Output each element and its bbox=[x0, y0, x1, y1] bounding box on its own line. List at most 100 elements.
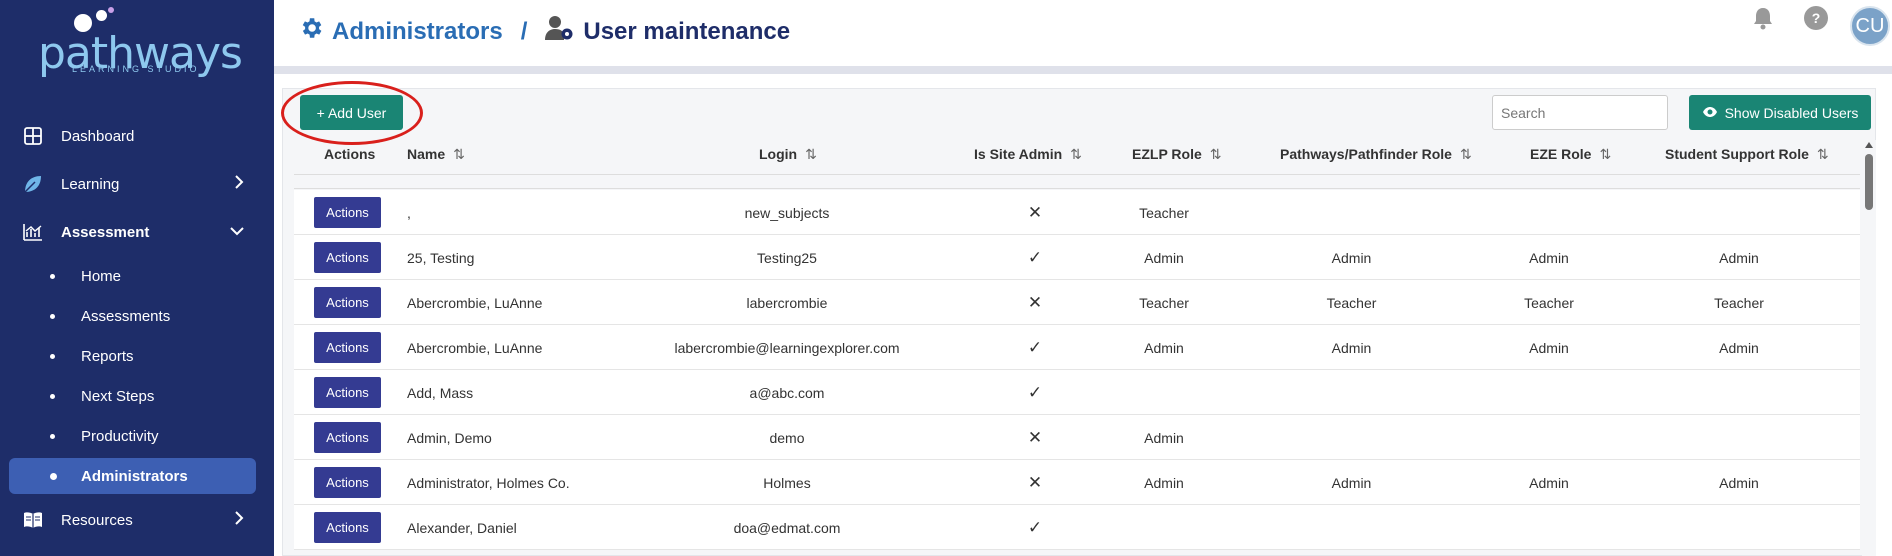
cell-login: labercrombie@learningexplorer.com bbox=[674, 339, 900, 356]
logo-tagline: LEARNING STUDIO bbox=[72, 64, 200, 74]
cell-is-site-admin: ✓ bbox=[1027, 382, 1043, 402]
cell-pathways-role bbox=[1244, 190, 1459, 235]
actions-button[interactable]: Actions bbox=[314, 422, 381, 453]
book-icon bbox=[22, 509, 44, 531]
help-icon[interactable]: ? bbox=[1804, 6, 1828, 30]
cell-eze-role: Admin bbox=[1529, 249, 1569, 266]
eye-icon bbox=[1702, 105, 1718, 121]
cell-pathways-role bbox=[1244, 505, 1459, 550]
breadcrumb-parent-link[interactable]: Administrators bbox=[332, 18, 503, 46]
cell-ezlp-role: Admin bbox=[1144, 339, 1184, 356]
cell-is-site-admin: ✓ bbox=[1027, 337, 1043, 357]
cell-pathways-role: Admin bbox=[1331, 339, 1372, 356]
actions-button[interactable]: Actions bbox=[314, 287, 381, 318]
table-header: Actions Name ⇅ Login ⇅ Is Site Admin ⇅ EZLP… bbox=[294, 140, 1860, 172]
column-header-login[interactable]: Login ⇅ bbox=[759, 146, 817, 163]
table-row: Actions Add, Mass a@abc.com ✓ bbox=[294, 370, 1860, 415]
show-disabled-users-label: Show Disabled Users bbox=[1724, 104, 1859, 121]
column-header-is-site-admin[interactable]: Is Site Admin ⇅ bbox=[974, 146, 1082, 163]
cell-student-support-role bbox=[1649, 415, 1829, 460]
cell-eze-role bbox=[1469, 370, 1629, 415]
cell-ezlp-role bbox=[1104, 505, 1224, 550]
column-header-label: Is Site Admin bbox=[974, 146, 1063, 162]
sidebar-subitem-administrators[interactable]: Administrators bbox=[9, 458, 256, 494]
sidebar-subitem-label: Productivity bbox=[81, 427, 159, 445]
sidebar-subitem-productivity[interactable]: Productivity bbox=[0, 418, 274, 454]
search-input[interactable] bbox=[1492, 95, 1668, 130]
actions-button[interactable]: Actions bbox=[314, 197, 381, 228]
chevron-right-icon bbox=[234, 510, 244, 530]
sidebar-subitem-next-steps[interactable]: Next Steps bbox=[0, 378, 274, 414]
column-header-pathways-role[interactable]: Pathways/Pathfinder Role ⇅ bbox=[1280, 146, 1472, 163]
scroll-up-arrow-icon[interactable] bbox=[1865, 142, 1873, 148]
sidebar-subitem-label: Reports bbox=[81, 347, 134, 365]
actions-button[interactable]: Actions bbox=[314, 242, 381, 273]
actions-button[interactable]: Actions bbox=[314, 467, 381, 498]
column-header-name[interactable]: Name ⇅ bbox=[407, 146, 465, 163]
cell-name: 25, Testing bbox=[407, 249, 475, 266]
sidebar-item-assessment[interactable]: Assessment bbox=[0, 212, 274, 252]
column-header-ezlp-role[interactable]: EZLP Role ⇅ bbox=[1132, 146, 1222, 163]
actions-button[interactable]: Actions bbox=[314, 332, 381, 363]
column-header-label: Name bbox=[407, 146, 446, 162]
sort-icon: ⇅ bbox=[805, 146, 817, 162]
gear-icon bbox=[298, 15, 324, 48]
column-header-label: Login bbox=[759, 146, 798, 162]
cell-student-support-role: Teacher bbox=[1714, 294, 1764, 311]
column-header-label: Student Support Role bbox=[1665, 146, 1809, 162]
cell-eze-role: Admin bbox=[1529, 339, 1569, 356]
bell-icon[interactable] bbox=[1752, 6, 1774, 35]
add-user-button[interactable]: + Add User bbox=[300, 95, 403, 130]
cell-is-site-admin: ✕ bbox=[1027, 427, 1043, 447]
sort-icon: ⇅ bbox=[1599, 146, 1612, 162]
column-header-label: Pathways/Pathfinder Role bbox=[1280, 146, 1452, 162]
sidebar-item-label: Learning bbox=[61, 175, 120, 193]
cell-login: Testing25 bbox=[757, 249, 817, 266]
breadcrumb-separator: / bbox=[520, 17, 528, 45]
cell-login: Holmes bbox=[763, 474, 811, 491]
sidebar-subitem-reports[interactable]: Reports bbox=[0, 338, 274, 374]
sort-icon: ⇅ bbox=[1209, 146, 1222, 162]
user-gear-icon bbox=[545, 14, 575, 49]
cell-pathways-role: Admin bbox=[1331, 249, 1372, 266]
table-row: Actions Administrator, Holmes Co. Holmes ✕ A… bbox=[294, 460, 1860, 505]
table-scrollbar[interactable] bbox=[1862, 140, 1876, 556]
column-header-label: Actions bbox=[324, 146, 376, 162]
table-filter-row bbox=[294, 174, 1860, 189]
grid-icon bbox=[22, 125, 44, 147]
cell-student-support-role bbox=[1649, 505, 1829, 550]
sidebar-item-label: Resources bbox=[61, 511, 133, 529]
table-row: Actions Alexander, Daniel doa@edmat.com ✓ bbox=[294, 505, 1860, 550]
page-header: Administrators / User maintenance ? CU bbox=[274, 0, 1892, 66]
cell-login: new_subjects bbox=[744, 204, 830, 221]
sidebar-item-learning[interactable]: Learning bbox=[0, 164, 274, 204]
cell-name: Abercrombie, LuAnne bbox=[407, 294, 543, 311]
cell-is-site-admin: ✓ bbox=[1027, 517, 1043, 537]
column-header-eze-role[interactable]: EZE Role ⇅ bbox=[1530, 146, 1611, 163]
bullet-icon bbox=[50, 273, 55, 279]
pathways-logo[interactable]: pathways LEARNING STUDIO bbox=[38, 7, 243, 79]
bullet-icon bbox=[50, 393, 55, 399]
show-disabled-users-button[interactable]: Show Disabled Users bbox=[1689, 95, 1871, 130]
sort-icon: ⇅ bbox=[1459, 146, 1472, 162]
column-header-actions: Actions bbox=[324, 146, 375, 162]
scroll-thumb[interactable] bbox=[1865, 154, 1873, 210]
cell-eze-role: Admin bbox=[1529, 474, 1569, 491]
column-header-student-support-role[interactable]: Student Support Role ⇅ bbox=[1665, 146, 1829, 163]
leaf-icon bbox=[22, 173, 44, 195]
sidebar-subitem-label: Next Steps bbox=[81, 387, 155, 405]
actions-button[interactable]: Actions bbox=[314, 377, 381, 408]
avatar[interactable]: CU bbox=[1850, 6, 1890, 46]
header-divider bbox=[274, 66, 1892, 74]
sidebar-subitem-assessments[interactable]: Assessments bbox=[0, 298, 274, 334]
page-title: User maintenance bbox=[583, 17, 791, 45]
sidebar-item-resources[interactable]: Resources bbox=[0, 500, 274, 540]
sidebar-item-dashboard[interactable]: Dashboard bbox=[0, 116, 274, 156]
cell-name: Abercrombie, LuAnne bbox=[407, 339, 543, 356]
sidebar-subitem-home[interactable]: Home bbox=[0, 258, 274, 294]
sidebar-subitem-label: Administrators bbox=[81, 467, 188, 485]
sidebar: pathways LEARNING STUDIO Dashboard Learn… bbox=[0, 0, 274, 556]
actions-button[interactable]: Actions bbox=[314, 512, 381, 543]
cell-pathways-role: Admin bbox=[1331, 474, 1372, 491]
cell-is-site-admin: ✕ bbox=[1027, 472, 1043, 492]
